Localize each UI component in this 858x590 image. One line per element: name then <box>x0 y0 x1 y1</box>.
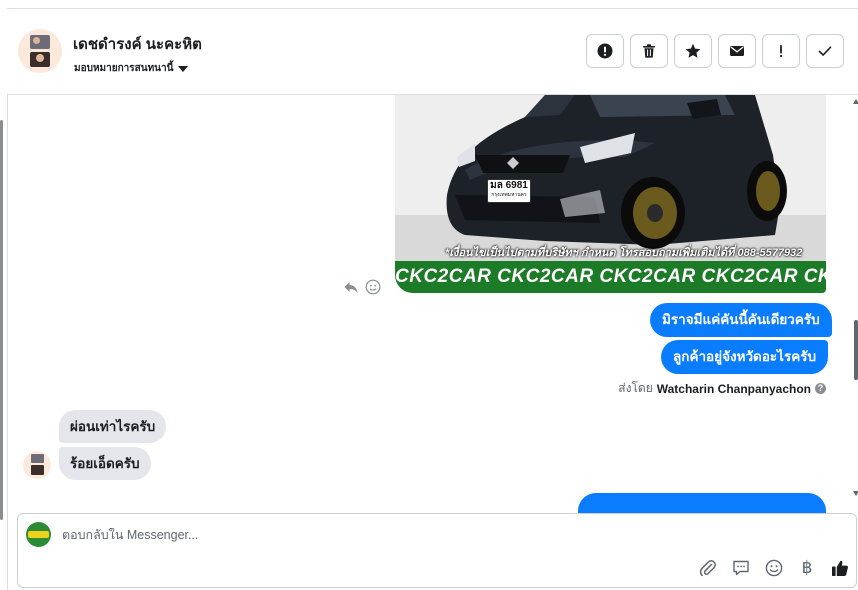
saved-replies-icon <box>733 560 749 576</box>
reply-input[interactable] <box>62 528 662 542</box>
trash-icon <box>643 44 655 58</box>
license-plate: มล 6981 กรุงเทพมหานคร <box>487 179 531 203</box>
avatar-photo-bottom <box>31 465 44 475</box>
plate-province: กรุงเทพมหานคร <box>491 192 527 198</box>
star-icon <box>685 43 701 58</box>
plate-number: มล 6981 <box>490 180 528 191</box>
sent-by-label: ส่งโดย <box>618 381 653 395</box>
page-avatar <box>26 522 51 547</box>
sent-by-line: ส่งโดย Watcharin Chanpanyachon ? <box>618 379 826 398</box>
mark-done-button[interactable] <box>806 34 844 68</box>
outgoing-message[interactable]: มิราจมีแค่คันนี้คันเดียวครับ <box>650 303 832 337</box>
reply-composer: ฿ <box>17 513 857 588</box>
sent-by-name[interactable]: Watcharin Chanpanyachon <box>657 382 811 396</box>
scroll-thumb[interactable] <box>854 320 858 380</box>
header-actions <box>586 34 844 68</box>
delete-button[interactable] <box>630 34 668 68</box>
outgoing-message-partial[interactable] <box>578 493 826 513</box>
outgoing-message[interactable]: ลูกค้าอยู่จังหวัดอะไรครับ <box>661 340 829 374</box>
avatar-face-bottom <box>36 54 44 62</box>
scroll-up-arrow-icon[interactable] <box>853 99 858 104</box>
exclamation-circle-icon <box>597 43 613 59</box>
contact-avatar-small[interactable] <box>23 451 51 479</box>
photo-watermark-text: CKC2CAR CKC2CAR CKC2CAR CKC2CAR CKC2 <box>395 266 826 287</box>
incoming-message[interactable]: ร้อยเอ็ดครับ <box>59 447 151 480</box>
composer-tools: ฿ <box>698 558 850 578</box>
left-scroll-indicator <box>0 120 3 520</box>
assign-label: มอบหมายการสนทนานี้ <box>74 63 174 74</box>
emoji-button[interactable] <box>764 558 784 578</box>
message-actions <box>343 279 381 295</box>
conversation-header: เดชดำรงค์ นะคะหิต มอบหมายการสนทนานี้ <box>7 9 858 95</box>
emoji-icon <box>765 559 783 577</box>
contact-name[interactable]: เดชดำรงค์ นะคะหิต <box>73 32 202 56</box>
payment-button[interactable]: ฿ <box>797 558 817 578</box>
page-logo-icon <box>28 531 49 538</box>
photo-watermark-band: CKC2CAR CKC2CAR CKC2CAR CKC2CAR CKC2 <box>395 261 826 293</box>
star-button[interactable] <box>674 34 712 68</box>
message-scrollbar[interactable] <box>852 96 858 506</box>
saved-replies-button[interactable] <box>731 558 751 578</box>
react-emoji-icon[interactable] <box>365 279 381 295</box>
help-icon[interactable]: ? <box>815 383 826 394</box>
caret-down-icon <box>178 65 189 72</box>
photo-caption: *เงื่อนไขเป็นไปตามที่บริษัทฯ กำหนด โทรสอ… <box>445 247 803 259</box>
attach-button[interactable] <box>698 558 718 578</box>
checkmark-icon <box>818 46 832 56</box>
contact-avatar[interactable] <box>18 29 62 73</box>
follow-up-button[interactable] <box>762 34 800 68</box>
incoming-message[interactable]: ผ่อนเท่าไรครับ <box>59 410 167 443</box>
like-button[interactable] <box>830 558 850 578</box>
envelope-icon <box>730 46 744 56</box>
spam-button[interactable] <box>586 34 624 68</box>
exclamation-icon <box>779 45 783 58</box>
car-photo-attachment[interactable]: มล 6981 กรุงเทพมหานคร *เงื่อนไขเป็นไปตาม… <box>395 95 826 293</box>
paperclip-icon <box>699 560 716 577</box>
reply-icon[interactable] <box>343 279 359 295</box>
mark-unread-button[interactable] <box>718 34 756 68</box>
scroll-down-arrow-icon[interactable] <box>853 491 858 496</box>
assign-conversation-dropdown[interactable]: มอบหมายการสนทนานี้ <box>74 61 189 76</box>
avatar-photo-top <box>31 454 44 463</box>
baht-icon: ฿ <box>801 558 813 578</box>
avatar-face-top <box>33 37 40 44</box>
thumbs-up-icon <box>832 560 848 576</box>
